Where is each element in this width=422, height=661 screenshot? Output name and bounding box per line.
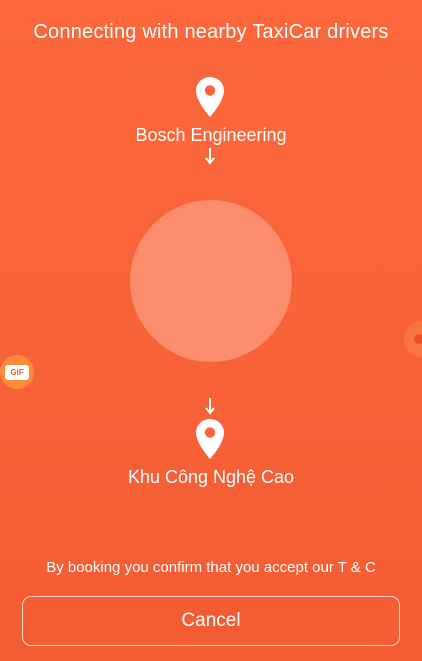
gif-icon: GIF (5, 364, 29, 380)
terms-text: By booking you confirm that you accept o… (46, 559, 376, 576)
arrow-down-icon (205, 148, 215, 165)
gif-recorder-button[interactable]: GIF (0, 355, 34, 389)
origin-location-pin-icon (196, 77, 224, 117)
cancel-button[interactable]: Cancel (22, 596, 400, 646)
destination-location-pin-icon (196, 419, 224, 459)
destination-label: Khu Công Nghệ Cao (127, 467, 295, 487)
searching-indicator-circle (130, 200, 292, 362)
page-title: Connecting with nearby TaxiCar drivers (33, 21, 389, 43)
arrow-down-icon (205, 398, 215, 415)
origin-label: Bosch Engineering (135, 125, 287, 145)
